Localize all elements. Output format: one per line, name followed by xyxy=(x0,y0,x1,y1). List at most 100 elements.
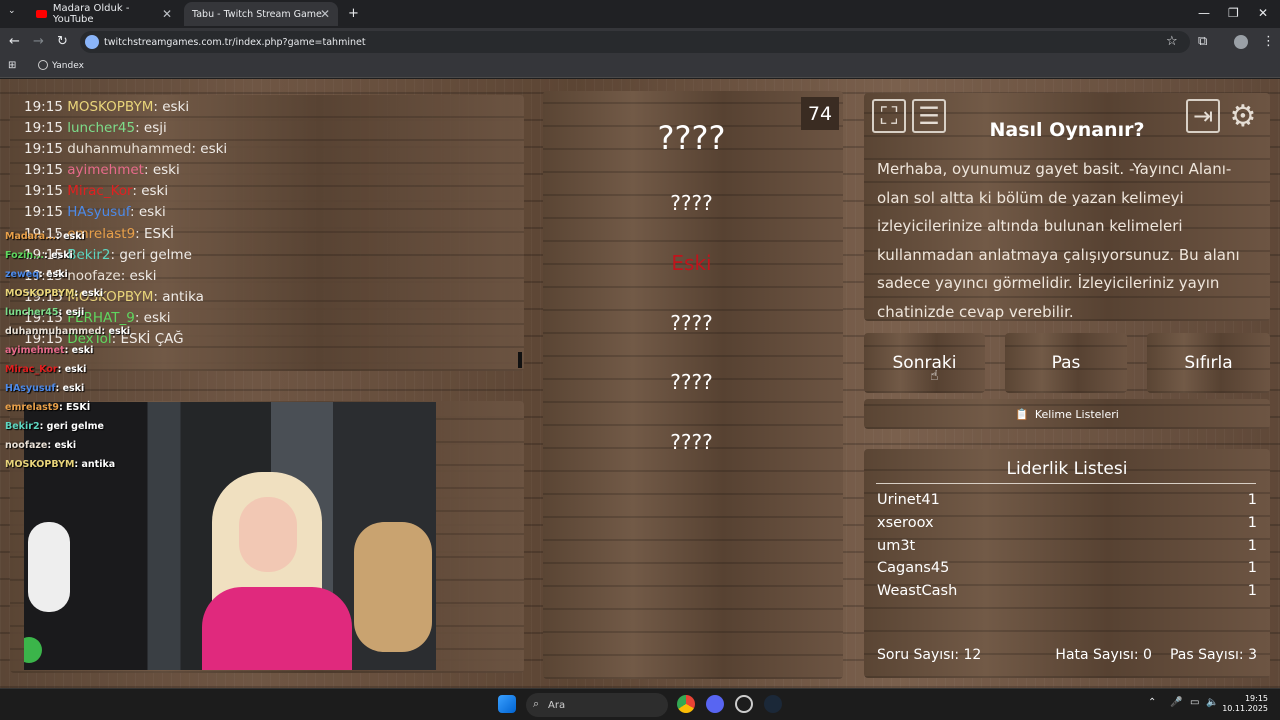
gear-icon[interactable]: ⚙ xyxy=(1226,99,1260,134)
divider xyxy=(876,483,1256,484)
chat-scrollbar[interactable] xyxy=(518,352,522,368)
chrome-icon[interactable] xyxy=(677,695,695,713)
overlay-chat: Madara...: eski Fozin...: eski zeweq: eski… xyxy=(5,227,130,474)
chat-username[interactable]: ayimehmet xyxy=(67,162,144,178)
overlay-text: : eski xyxy=(64,345,94,356)
chat-text: : ESKİ xyxy=(135,225,174,242)
player-score: 1 xyxy=(1247,537,1257,554)
leaderboard-panel: Liderlik Listesi Urinet41 1 xseroox 1 um3t 1 C… xyxy=(864,449,1270,678)
apps-grid-icon[interactable]: ⊞ xyxy=(8,60,16,71)
chat-message: 19:15 HAsyusuf: eski xyxy=(24,202,524,223)
chat-time: 19:15 xyxy=(24,162,63,179)
next-button[interactable]: Sonraki xyxy=(864,333,985,393)
player-score: 1 xyxy=(1247,514,1257,531)
close-window-icon[interactable]: ✕ xyxy=(1258,6,1268,20)
overlay-chat-message: duhanmuhammed: eski xyxy=(5,322,130,341)
reload-icon[interactable]: ↻ xyxy=(57,34,68,49)
leaderboard-row: WeastCash 1 xyxy=(877,580,1257,603)
green-badge xyxy=(24,637,42,663)
extensions-icon[interactable]: ⧉ xyxy=(1198,34,1207,49)
steam-icon[interactable] xyxy=(764,695,782,713)
player-name: Cagans45 xyxy=(877,560,950,577)
forbidden-word: ???? xyxy=(670,191,713,215)
error-count: Hata Sayısı: 0 xyxy=(1055,647,1152,663)
chat-time: 19:15 xyxy=(24,120,63,137)
overlay-chat-message: noofaze: eski xyxy=(5,436,130,455)
overlay-username: Fozin... xyxy=(5,250,45,261)
overlay-text: : eski xyxy=(74,288,104,299)
overlay-chat-message: HAsyusuf: eski xyxy=(5,379,130,398)
new-tab-icon[interactable]: + xyxy=(348,6,359,21)
overlay-text: : eski xyxy=(44,250,73,261)
close-icon[interactable]: ✕ xyxy=(320,7,330,21)
chat-text: : eski xyxy=(143,162,180,179)
chat-username[interactable]: Mirac_Kor xyxy=(67,183,132,199)
overlay-username: luncher45 xyxy=(5,307,59,318)
overlay-chat-message: Bekir2: geri gelme xyxy=(5,417,130,436)
app-icon[interactable] xyxy=(735,695,753,713)
volume-icon[interactable]: 🔈 xyxy=(1206,697,1218,708)
network-icon[interactable]: ▭ xyxy=(1190,697,1199,708)
profile-avatar[interactable] xyxy=(1234,35,1248,49)
overlay-chat-message: MOSKOPBYM: antika xyxy=(5,455,130,474)
overlay-username: duhanmuhammed xyxy=(5,326,102,337)
reset-button[interactable]: Sıfırla xyxy=(1147,333,1270,393)
game-stats: Soru Sayısı: 12 Hata Sayısı: 0 Pas Sayıs… xyxy=(877,647,1257,663)
chat-text: : eski xyxy=(153,99,190,115)
url-input[interactable]: twitchstreamgames.com.tr/index.php?game=… xyxy=(80,31,1190,53)
overlay-username: MOSKOPBYM xyxy=(5,288,75,299)
leaderboard-row: Cagans45 1 xyxy=(877,557,1257,580)
start-icon[interactable] xyxy=(498,695,516,713)
leaderboard-row: Urinet41 1 xyxy=(877,489,1257,512)
tab-youtube[interactable]: Madara Olduk - YouTube ✕ xyxy=(28,2,180,26)
word-lists-button[interactable]: 📋 Kelime Listeleri xyxy=(864,399,1270,429)
how-to-play-panel: ⛶ ☰ Nasıl Oynanır? ⇥ ⚙ Merhaba, oyunumuz… xyxy=(864,93,1270,321)
bookmark-yandex[interactable]: Yandex xyxy=(52,61,84,71)
chat-username[interactable]: MOSKOPBYM xyxy=(67,99,153,115)
chat-text: : eski xyxy=(134,309,171,326)
chat-message: 19:15 Mirac_Kor: eski xyxy=(24,181,524,202)
clock-time: 19:15 xyxy=(1244,694,1268,703)
chat-text: : antika xyxy=(153,288,204,305)
taskbar-search[interactable]: ⌕ Ara xyxy=(526,693,668,717)
overlay-text: : eski xyxy=(57,364,87,375)
chat-username[interactable]: duhanmuhammed xyxy=(67,141,191,157)
site-info-icon[interactable] xyxy=(85,35,99,49)
close-icon[interactable]: ✕ xyxy=(162,7,172,21)
chat-message: 19:15 duhanmuhammed: eski xyxy=(24,139,524,160)
pass-button[interactable]: Pas xyxy=(1005,333,1127,393)
search-label: Ara xyxy=(548,699,566,711)
bookmark-star-icon[interactable]: ☆ xyxy=(1166,34,1178,49)
windows-taskbar: ⌕ Ara ⌃ 🎤 ▭ 🔈 19:15 10.11.2025 xyxy=(0,688,1280,720)
microphone-icon[interactable]: 🎤 xyxy=(1170,697,1182,708)
chat-username[interactable]: HAsyusuf xyxy=(67,204,130,220)
overlay-chat-message: Madara...: eski xyxy=(5,227,130,246)
youtube-icon xyxy=(36,10,47,18)
tab-tabu[interactable]: Tabu - Twitch Stream Game ✕ xyxy=(184,2,338,26)
menu-icon[interactable]: ⋮ xyxy=(1262,34,1275,49)
chat-time: 19:15 xyxy=(24,204,63,221)
discord-icon[interactable] xyxy=(706,695,724,713)
taskbar-clock[interactable]: 19:15 10.11.2025 xyxy=(1222,694,1268,714)
overlay-username: HAsyusuf xyxy=(5,383,56,394)
leaderboard-list[interactable]: Urinet41 1 xseroox 1 um3t 1 Cagans45 1 WeastCash… xyxy=(877,489,1257,607)
chat-time: 19:15 xyxy=(24,141,63,158)
chat-username[interactable]: luncher45 xyxy=(67,120,135,136)
overlay-chat-message: emrelast9: ESKİ xyxy=(5,398,130,417)
overlay-chat-message: MOSKOPBYM: eski xyxy=(5,284,130,303)
game-page: 19:15 MOSKOPBYM: eski 19:15 luncher45: es… xyxy=(0,79,1280,688)
logout-icon[interactable]: ⇥ xyxy=(1186,99,1220,133)
chevron-up-icon[interactable]: ⌃ xyxy=(1148,697,1156,708)
chat-time: 19:15 xyxy=(24,183,63,200)
leaderboard-row: um3t 1 xyxy=(877,535,1257,558)
chevron-down-icon[interactable]: ⌄ xyxy=(8,6,16,16)
overlay-text: : eski xyxy=(56,231,85,242)
back-icon[interactable]: ← xyxy=(9,34,20,49)
url-text: twitchstreamgames.com.tr/index.php?game=… xyxy=(104,36,366,48)
restore-icon[interactable]: ❐ xyxy=(1228,6,1239,20)
chat-message: 19:15 luncher45: esji xyxy=(24,118,524,139)
forward-icon[interactable]: → xyxy=(33,34,44,49)
minimize-icon[interactable]: — xyxy=(1198,6,1210,20)
overlay-username: zeweq xyxy=(5,269,39,280)
leaderboard-row: xseroox 1 xyxy=(877,512,1257,535)
